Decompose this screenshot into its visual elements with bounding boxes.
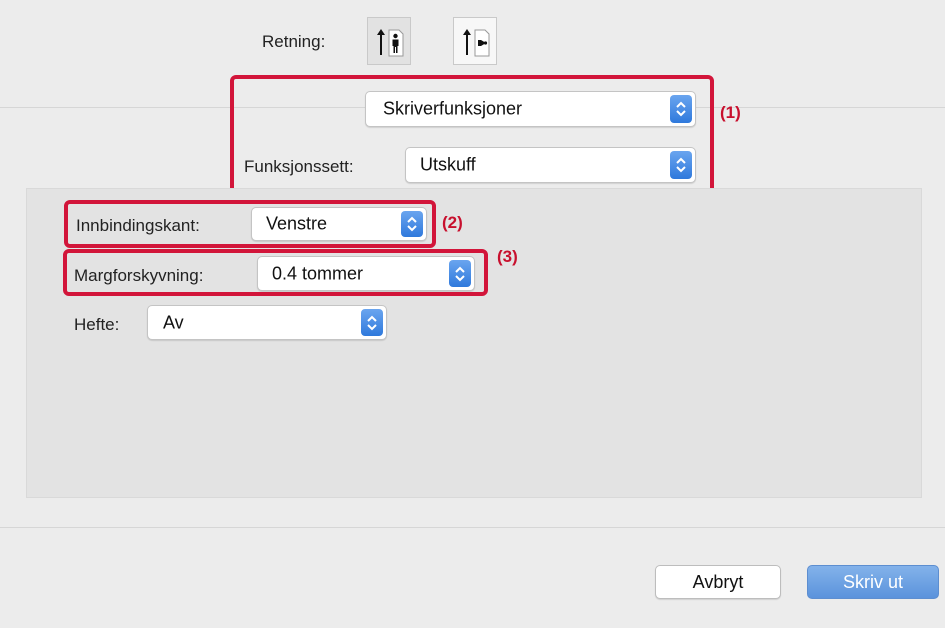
print-button[interactable]: Skriv ut [807, 565, 939, 599]
staple-label: Hefte: [74, 315, 120, 334]
orientation-portrait-button[interactable] [367, 17, 411, 65]
landscape-orientation-icon [463, 29, 490, 57]
staple-value: Av [163, 312, 184, 332]
up-down-chevron-icon [361, 309, 383, 336]
callout-1: (1) [720, 103, 741, 122]
orientation-landscape-button[interactable] [453, 17, 497, 65]
divider [0, 527, 945, 528]
staple-select[interactable]: Av [147, 305, 387, 340]
highlight-box-1 [230, 75, 714, 196]
orientation-label: Retning: [262, 32, 326, 51]
highlight-box-3 [63, 249, 488, 296]
callout-2: (2) [442, 213, 463, 232]
portrait-orientation-icon [377, 29, 404, 57]
callout-3: (3) [497, 247, 518, 266]
cancel-button[interactable]: Avbryt [655, 565, 781, 599]
highlight-box-2 [64, 200, 436, 248]
